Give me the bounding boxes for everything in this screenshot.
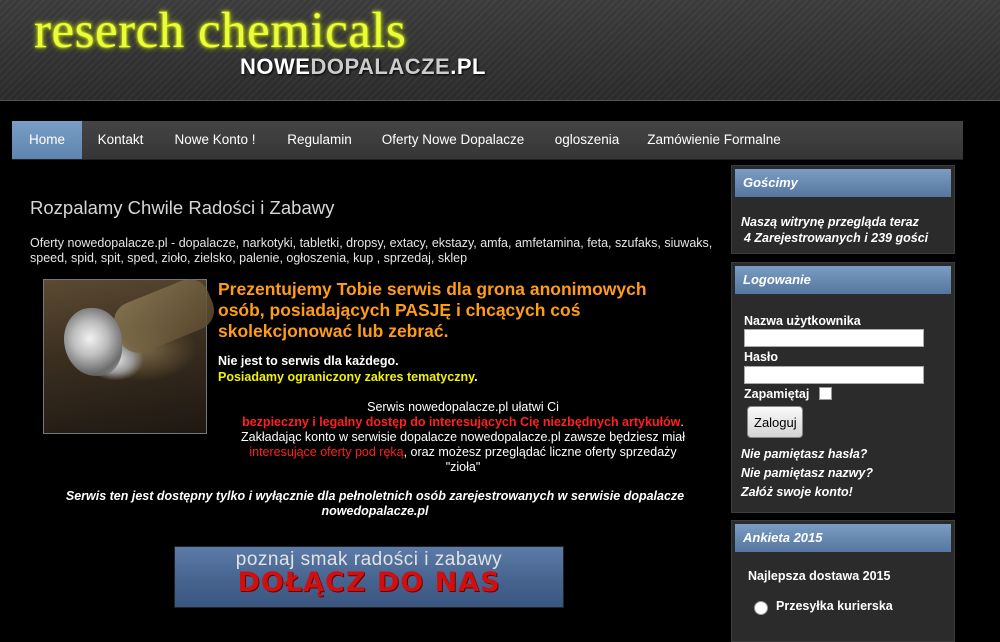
logo-sub-part: NOWE xyxy=(240,54,311,79)
service-line: Zakładając konto w serwisie dopalacze no… xyxy=(241,430,685,444)
photo-detail xyxy=(64,308,122,376)
nav-home[interactable]: Home xyxy=(12,121,82,159)
site-header: reserch chemicals NOWEDOPALACZE.PL xyxy=(0,0,1000,101)
poll-module: Ankieta 2015 Najlepsza dostawa 2015 Prze… xyxy=(731,520,955,642)
poll-option-label: Przesyłka kurierska xyxy=(776,599,893,613)
service-description: Serwis nowedopalacze.pl ułatwi Ci bezpie… xyxy=(218,400,708,475)
service-highlight: bezpieczny i legalny dostęp do interesuj… xyxy=(242,415,681,429)
service-line: "zioła" xyxy=(445,460,481,474)
module-title: Gościmy xyxy=(735,169,951,197)
create-account-link[interactable]: Załóż swoje konto! xyxy=(741,485,853,499)
notice-dot: . xyxy=(474,370,478,384)
service-line: interesujące oferty pod ręką, oraz możes… xyxy=(218,445,708,460)
poll-option-radio[interactable] xyxy=(754,601,768,615)
nav-oferty[interactable]: Oferty Nowe Dopalacze xyxy=(368,121,538,159)
notice-highlight: Posiadamy ograniczony zakres tematyczny. xyxy=(218,370,478,384)
module-title: Ankieta 2015 xyxy=(735,524,951,552)
username-input[interactable] xyxy=(744,329,924,347)
site-domain[interactable]: NOWEDOPALACZE.PL xyxy=(240,54,486,80)
login-button[interactable]: Zaloguj xyxy=(747,406,803,438)
intro-text: Prezentujemy Tobie serwis dla grona anon… xyxy=(218,279,647,341)
notice-highlight-text: Posiadamy ograniczony zakres tematyczny xyxy=(218,370,475,384)
nav-nowe-konto[interactable]: Nowe Konto ! xyxy=(159,121,271,159)
remember-checkbox[interactable] xyxy=(819,387,832,400)
guests-count: 4 Zarejestrowanych i 239 gości xyxy=(744,231,929,245)
service-line: Serwis nowedopalacze.pl ułatwi Ci xyxy=(367,400,559,414)
poll-question: Najlepsza dostawa 2015 xyxy=(748,569,891,583)
page-title: Rozpalamy Chwile Radości i Zabawy xyxy=(30,197,335,218)
join-banner[interactable]: poznaj smak radości i zabawy DOŁĄCZ DO N… xyxy=(174,546,564,608)
module-title: Logowanie xyxy=(735,266,951,294)
main-nav: Home Kontakt Nowe Konto ! Regulamin Ofer… xyxy=(12,121,963,160)
service-text: , oraz możesz przeglądać liczne oferty s… xyxy=(403,445,677,459)
service-dot: . xyxy=(680,415,684,429)
remember-label: Zapamiętaj xyxy=(744,387,810,401)
service-highlight: interesujące oferty pod ręką xyxy=(249,445,404,459)
username-label: Nazwa użytkownika xyxy=(744,314,861,328)
notice-text: Nie jest to serwis dla każdego. xyxy=(218,354,399,368)
forgot-username-link[interactable]: Nie pamiętasz nazwy? xyxy=(741,466,873,480)
guests-module: Gościmy Naszą witrynę przegląda teraz 4 … xyxy=(731,165,955,254)
nav-kontakt[interactable]: Kontakt xyxy=(82,121,159,159)
guests-line: Naszą witrynę przegląda teraz xyxy=(741,215,919,229)
login-module: Logowanie Nazwa użytkownika Hasło Zapami… xyxy=(731,262,955,513)
site-logo[interactable]: reserch chemicals xyxy=(34,2,406,60)
keywords-text: Oferty nowedopalacze.pl - dopalacze, nar… xyxy=(30,236,713,265)
nav-ogloszenia[interactable]: ogloszenia xyxy=(538,121,636,159)
service-line: bezpieczny i legalny dostęp do interesuj… xyxy=(218,415,708,430)
photo-detail xyxy=(107,273,221,359)
logo-sub-part: .PL xyxy=(450,54,486,79)
password-input[interactable] xyxy=(744,366,924,384)
smoking-photo xyxy=(43,273,221,434)
nav-regulamin[interactable]: Regulamin xyxy=(271,121,368,159)
adult-notice: Serwis ten jest dostępny tylko i wyłączn… xyxy=(65,489,685,518)
nav-zamowienie[interactable]: Zamówienie Formalne xyxy=(636,121,792,159)
logo-sub-part: DOPALACZE xyxy=(310,54,451,79)
forgot-password-link[interactable]: Nie pamiętasz hasła? xyxy=(741,447,867,461)
password-label: Hasło xyxy=(744,350,779,364)
banner-cta: DOŁĄCZ DO NAS xyxy=(237,567,501,598)
